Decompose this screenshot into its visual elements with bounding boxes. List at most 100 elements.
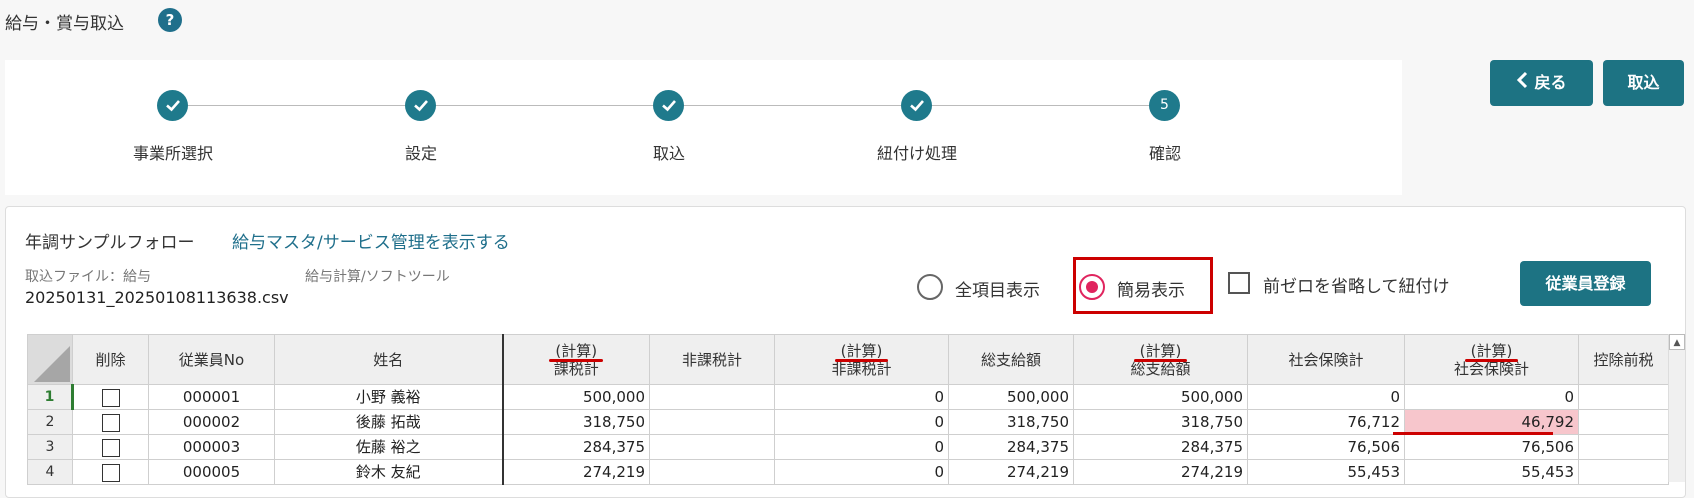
taxable-cell[interactable]: 318,750 [502,409,650,435]
back-button-label: 戻る [1534,73,1567,92]
social-cell[interactable]: 0 [1247,384,1405,410]
nontaxable-cell[interactable] [649,459,775,485]
vertical-scrollbar[interactable]: ▲ [1668,334,1685,482]
emp-no-cell[interactable]: 000005 [148,459,275,485]
delete-cell[interactable] [72,459,149,485]
social-cell[interactable]: 76,712 [1247,409,1405,435]
col-header-gross[interactable]: 総支給額 [948,334,1074,385]
scroll-up-icon[interactable]: ▲ [1669,334,1685,350]
taxable-cell[interactable]: 274,219 [502,459,650,485]
delete-cell[interactable] [72,434,149,460]
table-row[interactable]: 2 000002 後藤 拓哉 318,750 0 318,750 318,750… [27,409,1669,435]
emp-no-cell[interactable]: 000002 [148,409,275,435]
salary-master-link[interactable]: 給与マスタ/サービス管理を表示する [232,228,510,253]
emp-no-cell[interactable]: 000001 [148,384,275,410]
social-cell[interactable]: 55,453 [1247,459,1405,485]
table-row[interactable]: 4 000005 鈴木 友紀 274,219 0 274,219 274,219… [27,459,1669,485]
col-header-calc-gross[interactable]: (計算) 総支給額 [1073,334,1248,385]
step-current-number: 5 [1149,90,1180,121]
calc-nontaxable-cell[interactable]: 0 [774,434,949,460]
col-header-delete[interactable]: 削除 [72,334,149,385]
step-connector [919,105,1149,106]
pre-deduction-cell[interactable] [1578,459,1669,485]
calc-tag: (計算) [1133,341,1188,362]
step-connector [671,105,901,106]
name-cell[interactable]: 後藤 拓哉 [274,409,504,435]
register-employee-button[interactable]: 従業員登録 [1520,261,1651,306]
col-header-calc-social[interactable]: (計算) 社会保険計 [1404,334,1579,385]
omit-leading-zero-label[interactable]: 前ゼロを省略して紐付け [1263,272,1450,297]
col-header-pre-deduction[interactable]: 控除前税 [1578,334,1669,385]
step-label-link: 紐付け処理 [876,144,957,163]
omit-leading-zero-checkbox[interactable] [1228,272,1250,294]
gross-cell[interactable]: 500,000 [948,384,1074,410]
page-title: 給与・賞与取込 [5,14,124,34]
step-label-settings: 設定 [404,144,437,163]
view-all-radio[interactable] [917,274,943,300]
name-cell[interactable]: 佐藤 裕之 [274,434,504,460]
software-label: 給与計算/ソフトツール [305,269,450,285]
col-header-emp-no[interactable]: 従業員No [148,334,275,385]
delete-cell[interactable] [72,384,149,410]
back-button[interactable]: 戻る [1490,60,1593,106]
pre-deduction-cell[interactable] [1578,434,1669,460]
import-button[interactable]: 取込 [1603,60,1684,106]
social-cell[interactable]: 76,506 [1247,434,1405,460]
calc-social-mismatch-cell[interactable]: 46,792 [1404,409,1579,435]
select-all-corner[interactable] [27,334,73,385]
calc-nontaxable-cell[interactable]: 0 [774,384,949,410]
import-data-grid: 削除 従業員No 姓名 (計算) 課税計 非課税計 (計算) 非課税計 総支給額… [27,334,1669,485]
col-header-taxable-label: 課税計 [553,359,599,378]
calc-gross-cell[interactable]: 284,375 [1073,434,1248,460]
row-number[interactable]: 4 [27,459,73,485]
col-header-nontaxable[interactable]: 非課税計 [649,334,775,385]
col-header-taxable[interactable]: (計算) 課税計 [502,334,650,385]
delete-cell[interactable] [72,409,149,435]
taxable-cell[interactable]: 284,375 [502,434,650,460]
pre-deduction-cell[interactable] [1578,384,1669,410]
row-number[interactable]: 1 [27,384,74,410]
gross-cell[interactable]: 318,750 [948,409,1074,435]
calc-nontaxable-cell[interactable]: 0 [774,459,949,485]
table-row[interactable]: 3 000003 佐藤 裕之 284,375 0 284,375 284,375… [27,434,1669,460]
calc-gross-cell[interactable]: 274,219 [1073,459,1248,485]
calc-nontaxable-cell[interactable]: 0 [774,409,949,435]
taxable-cell[interactable]: 500,000 [502,384,650,410]
step-done-check-icon [405,90,436,121]
pre-deduction-cell[interactable] [1578,409,1669,435]
nontaxable-cell[interactable] [649,409,775,435]
col-header-name[interactable]: 姓名 [274,334,504,385]
step-done-check-icon [157,90,188,121]
gross-cell[interactable]: 284,375 [948,434,1074,460]
calc-gross-cell[interactable]: 318,750 [1073,409,1248,435]
row-number[interactable]: 2 [27,409,73,435]
name-cell[interactable]: 鈴木 友紀 [274,459,504,485]
nontaxable-cell[interactable] [649,434,775,460]
step-label-import: 取込 [652,144,685,163]
import-file-label: 取込ファイル：給与 [25,269,151,285]
help-icon[interactable]: ? [158,8,182,32]
col-header-social[interactable]: 社会保険計 [1247,334,1405,385]
calc-gross-cell[interactable]: 500,000 [1073,384,1248,410]
nontaxable-cell[interactable] [649,384,775,410]
col-header-calc-nontaxable-label: 非課税計 [831,359,892,378]
delete-checkbox[interactable] [101,438,120,457]
step-label-office: 事業所選択 [132,144,213,163]
view-simple-label[interactable]: 簡易表示 [1117,276,1185,301]
view-all-label[interactable]: 全項目表示 [955,276,1040,301]
gross-cell[interactable]: 274,219 [948,459,1074,485]
calc-social-cell[interactable]: 0 [1404,384,1579,410]
view-simple-radio[interactable] [1079,274,1105,300]
delete-checkbox[interactable] [101,413,120,432]
row-number[interactable]: 3 [27,434,73,460]
calc-social-cell[interactable]: 76,506 [1404,434,1579,460]
table-row[interactable]: 1 000001 小野 義裕 500,000 0 500,000 500,000… [27,384,1669,410]
name-cell[interactable]: 小野 義裕 [274,384,504,410]
calc-social-cell[interactable]: 55,453 [1404,459,1579,485]
step-label-confirm: 確認 [1148,144,1181,163]
company-name: 年調サンプルフォロー [25,233,195,253]
col-header-calc-nontaxable[interactable]: (計算) 非課税計 [774,334,949,385]
emp-no-cell[interactable]: 000003 [148,434,275,460]
delete-checkbox[interactable] [102,388,120,407]
delete-checkbox[interactable] [101,463,120,482]
